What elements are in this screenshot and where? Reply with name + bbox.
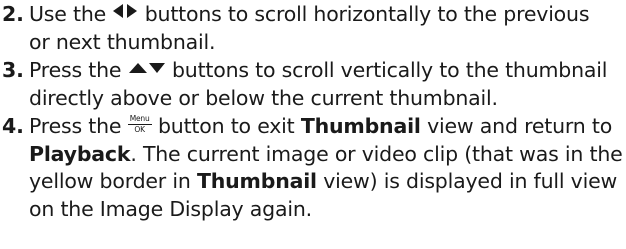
up-down-arrow-icon (128, 55, 166, 83)
step-text: Press the (29, 58, 122, 82)
step-line: Playback. The current image or video cli… (0, 141, 623, 169)
step-line: directly above or below the current thum… (29, 85, 498, 110)
step-text: view and return to (427, 114, 613, 138)
step-bold-text: Thumbnail (300, 114, 421, 138)
step-number: 2. (2, 2, 24, 26)
step-2: 2. Use the buttons to scroll horizontall… (0, 1, 616, 56)
step-text: button to exit (157, 114, 295, 138)
step-text: . The current image or video clip (that … (130, 141, 623, 166)
step-line: on the Image Display again. (29, 196, 312, 221)
step-number: 4. (2, 114, 24, 138)
step-line: Press the buttons to scroll vertically t… (0, 57, 616, 85)
step-3: 3. Press the buttons to scroll verticall… (0, 57, 616, 112)
ok-label: OK (134, 125, 145, 134)
step-line: Press the Menu OK button to exit Thumbna… (0, 113, 616, 141)
step-text: Use the (29, 2, 107, 26)
step-text: buttons to scroll horizontally to the pr… (144, 2, 590, 26)
left-right-arrow-icon (112, 0, 138, 27)
step-text: view) is displayed in full view (323, 169, 618, 193)
step-line: or next thumbnail. (29, 29, 216, 54)
step-bold-text: Thumbnail (196, 169, 317, 193)
menu-label: Menu (127, 115, 152, 125)
step-line: yellow border in Thumbnail view) is disp… (0, 168, 618, 196)
menu-ok-icon: Menu OK (127, 115, 152, 134)
manual-page: 2. Use the buttons to scroll horizontall… (0, 0, 626, 249)
step-text: buttons to scroll vertically to the thum… (171, 58, 608, 82)
step-bold-text: Playback (29, 141, 131, 166)
step-line: Use the buttons to scroll horizontally t… (0, 1, 616, 29)
step-text: Press the (29, 114, 122, 138)
step-4: 4. Press the Menu OK button to exit Thum… (0, 113, 623, 223)
step-text: yellow border in (29, 169, 191, 193)
step-number: 3. (2, 58, 24, 82)
